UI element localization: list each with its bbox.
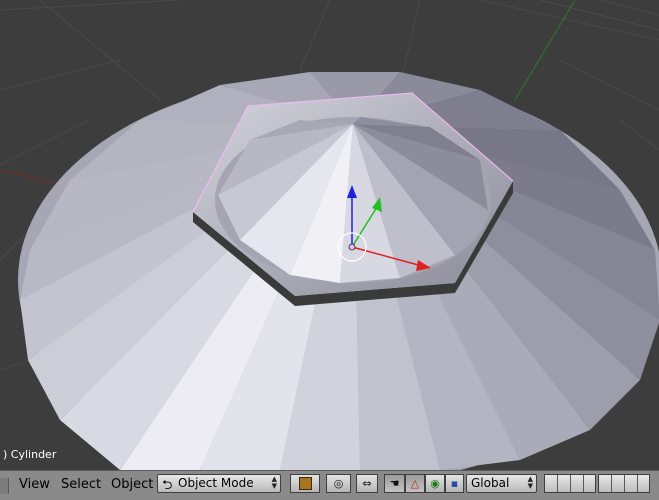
object-menu[interactable]: Object [107, 475, 157, 495]
rotate-button[interactable]: ◉ [425, 474, 445, 493]
layer-buttons-1[interactable] [544, 474, 596, 493]
square-icon: ▪ [450, 477, 459, 490]
manipulator-toggle[interactable]: ⇔ [356, 474, 378, 493]
object-mode-icon: ⮌ [162, 478, 173, 493]
select-menu[interactable]: Select [57, 475, 105, 495]
orientation-select[interactable]: Global ▲ ▼ [466, 474, 537, 493]
cube-shading-icon [298, 477, 312, 490]
header-menu-toggle[interactable] [0, 478, 9, 494]
viewport-canvas[interactable] [0, 0, 659, 470]
hand-icon: ☚ [389, 477, 400, 490]
mode-select-value: Object Mode [178, 476, 254, 490]
circle-icon: ◉ [430, 477, 440, 490]
pivot-icon: ◎ [333, 477, 344, 490]
view-menu[interactable]: View [15, 475, 54, 495]
pivot-point-select[interactable]: ◎ [326, 474, 351, 493]
updown-arrows-icon: ▲ ▼ [527, 475, 533, 490]
manipulator-icon: ⇔ [362, 477, 372, 490]
scale-button[interactable]: ▪ [445, 474, 464, 493]
3d-view-header: View Select Object ⮌ Object Mode ▲ ▼ ◎ ⇔ … [0, 470, 659, 500]
triangle-icon: △ [410, 477, 420, 490]
draw-type-select[interactable] [290, 474, 320, 493]
layer-buttons-2[interactable] [598, 474, 650, 493]
3d-viewport[interactable]: ) Cylinder [0, 0, 659, 470]
hand-tool-button[interactable]: ☚ [384, 474, 405, 493]
active-object-name: ) Cylinder [3, 448, 57, 461]
orientation-select-value: Global [471, 476, 510, 490]
translate-button[interactable]: △ [405, 474, 425, 493]
mode-select[interactable]: ⮌ Object Mode ▲ ▼ [157, 474, 281, 493]
updown-arrows-icon: ▲ ▼ [271, 475, 277, 490]
